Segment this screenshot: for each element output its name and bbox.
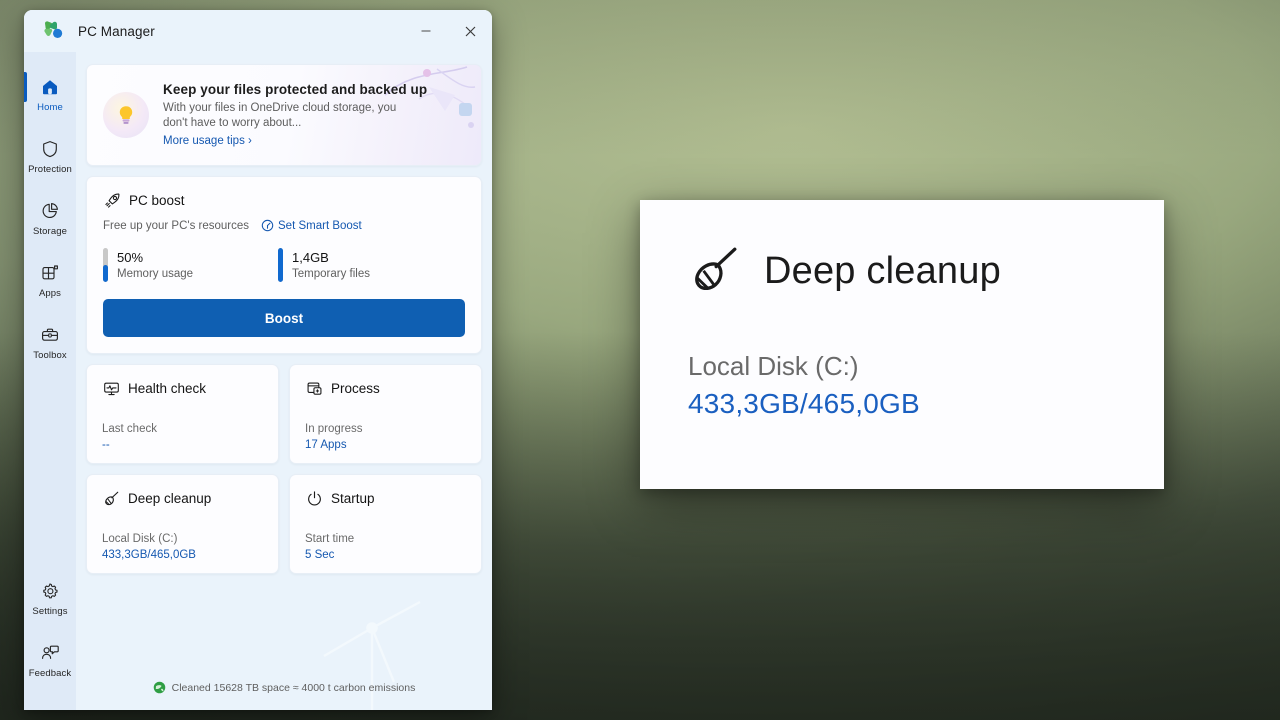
pie-chart-icon xyxy=(40,200,60,222)
sidebar-item-label: Protection xyxy=(28,164,72,175)
magnified-title: Deep cleanup xyxy=(764,250,1001,293)
banner-title: Keep your files protected and backed up xyxy=(163,82,427,97)
memory-usage-value: 50% xyxy=(117,250,193,265)
sidebar-navigation: Home Protection Storage xyxy=(24,52,76,710)
temporary-files-value: 1,4GB xyxy=(292,250,370,265)
gear-icon xyxy=(40,580,60,602)
magnified-sub: Local Disk (C:) xyxy=(688,351,1164,382)
pc-manager-logo-icon xyxy=(42,20,64,42)
sidebar-item-label: Apps xyxy=(39,288,61,299)
toolbox-icon xyxy=(40,324,60,346)
pc-boost-card: PC boost Free up your PC's resources Set… xyxy=(86,176,482,354)
rocket-icon xyxy=(103,191,121,209)
sidebar-item-label: Storage xyxy=(33,226,67,237)
process-tile[interactable]: Process In progress 17 Apps xyxy=(289,364,482,464)
health-check-title: Health check xyxy=(128,381,206,396)
banner-text-group: Keep your files protected and backed up … xyxy=(163,82,427,149)
magnified-deep-cleanup-overlay: Deep cleanup Local Disk (C:) 433,3GB/465… xyxy=(640,200,1164,489)
process-title: Process xyxy=(331,381,380,396)
pc-boost-title: PC boost xyxy=(129,193,185,208)
deep-cleanup-header: Deep cleanup xyxy=(102,489,263,507)
memory-usage-label: Memory usage xyxy=(117,268,193,280)
shield-icon xyxy=(40,138,60,160)
title-bar: PC Manager xyxy=(24,10,492,52)
sidebar-item-storage[interactable]: Storage xyxy=(24,192,76,243)
tile-row-top: Health check Last check -- xyxy=(86,364,482,464)
health-monitor-icon xyxy=(102,379,120,397)
pc-boost-subtitle-row: Free up your PC's resources Set Smart Bo… xyxy=(103,219,465,232)
minimize-button[interactable] xyxy=(404,10,448,52)
feedback-icon xyxy=(40,642,60,664)
startup-value: 5 Sec xyxy=(305,549,466,561)
eco-earth-icon xyxy=(153,681,166,694)
window-controls xyxy=(404,10,492,52)
eco-footer: Cleaned 15628 TB space ≈ 4000 t carbon e… xyxy=(76,681,492,694)
set-smart-boost-link[interactable]: Set Smart Boost xyxy=(261,219,362,232)
pc-boost-subtitle: Free up your PC's resources xyxy=(103,220,249,232)
boost-button[interactable]: Boost xyxy=(103,299,465,337)
sidebar-item-toolbox[interactable]: Toolbox xyxy=(24,316,76,367)
pc-manager-window: PC Manager Home xyxy=(24,10,492,710)
sidebar-item-apps[interactable]: Apps xyxy=(24,254,76,305)
health-check-sub: Last check xyxy=(102,423,263,435)
window-title: PC Manager xyxy=(78,24,155,39)
banner-description: With your files in OneDrive cloud storag… xyxy=(163,101,413,131)
deep-cleanup-sub: Local Disk (C:) xyxy=(102,533,263,545)
pc-boost-header: PC boost xyxy=(103,191,465,209)
startup-title: Startup xyxy=(331,491,375,506)
startup-header: Startup xyxy=(305,489,466,507)
speedometer-icon xyxy=(261,219,274,232)
sidebar-item-settings[interactable]: Settings xyxy=(24,572,76,623)
eco-footer-text: Cleaned 15628 TB space ≈ 4000 t carbon e… xyxy=(172,682,416,694)
health-check-tile[interactable]: Health check Last check -- xyxy=(86,364,279,464)
memory-usage-text: 50% Memory usage xyxy=(117,248,193,282)
broom-icon xyxy=(688,242,742,301)
sidebar-item-label: Feedback xyxy=(29,668,72,679)
home-icon xyxy=(40,76,60,98)
health-check-header: Health check xyxy=(102,379,263,397)
deep-cleanup-title: Deep cleanup xyxy=(128,491,211,506)
close-button[interactable] xyxy=(448,10,492,52)
deep-cleanup-value: 433,3GB/465,0GB xyxy=(102,549,263,561)
health-check-value: -- xyxy=(102,439,263,451)
magnified-value: 433,3GB/465,0GB xyxy=(688,388,1164,420)
process-sub: In progress xyxy=(305,423,466,435)
temporary-files-text: 1,4GB Temporary files xyxy=(292,248,370,282)
sidebar-item-label: Home xyxy=(37,102,63,113)
sidebar-item-home[interactable]: Home xyxy=(24,68,76,119)
sidebar-item-label: Settings xyxy=(32,606,67,617)
more-usage-tips-link[interactable]: More usage tips › xyxy=(163,135,252,147)
window-body: Home Protection Storage xyxy=(24,52,492,710)
set-smart-boost-label: Set Smart Boost xyxy=(278,220,362,232)
metric-temporary-files: 1,4GB Temporary files xyxy=(278,248,453,282)
startup-sub: Start time xyxy=(305,533,466,545)
process-window-icon xyxy=(305,379,323,397)
process-header: Process xyxy=(305,379,466,397)
memory-usage-bar xyxy=(103,248,108,282)
desktop-background: PC Manager Home xyxy=(0,0,1280,720)
main-content: Keep your files protected and backed up … xyxy=(76,52,492,710)
deep-cleanup-tile[interactable]: Deep cleanup Local Disk (C:) 433,3GB/465… xyxy=(86,474,279,574)
sidebar-item-feedback[interactable]: Feedback xyxy=(24,634,76,685)
process-value: 17 Apps xyxy=(305,439,466,451)
startup-tile[interactable]: Startup Start time 5 Sec xyxy=(289,474,482,574)
boost-metrics: 50% Memory usage 1,4GB Temporary files xyxy=(103,248,465,282)
temporary-files-bar xyxy=(278,248,283,282)
metric-memory-usage: 50% Memory usage xyxy=(103,248,278,282)
sidebar-item-protection[interactable]: Protection xyxy=(24,130,76,181)
sidebar-item-label: Toolbox xyxy=(33,350,66,361)
sidebar-bottom-group: Settings Feedback xyxy=(24,572,76,710)
apps-grid-icon xyxy=(40,262,60,284)
tile-row-bottom: Deep cleanup Local Disk (C:) 433,3GB/465… xyxy=(86,474,482,574)
lightbulb-icon xyxy=(103,92,149,138)
broom-icon xyxy=(102,489,120,507)
temporary-files-label: Temporary files xyxy=(292,268,370,280)
usage-tips-banner[interactable]: Keep your files protected and backed up … xyxy=(86,64,482,166)
magnified-header: Deep cleanup xyxy=(688,242,1164,301)
power-icon xyxy=(305,489,323,507)
